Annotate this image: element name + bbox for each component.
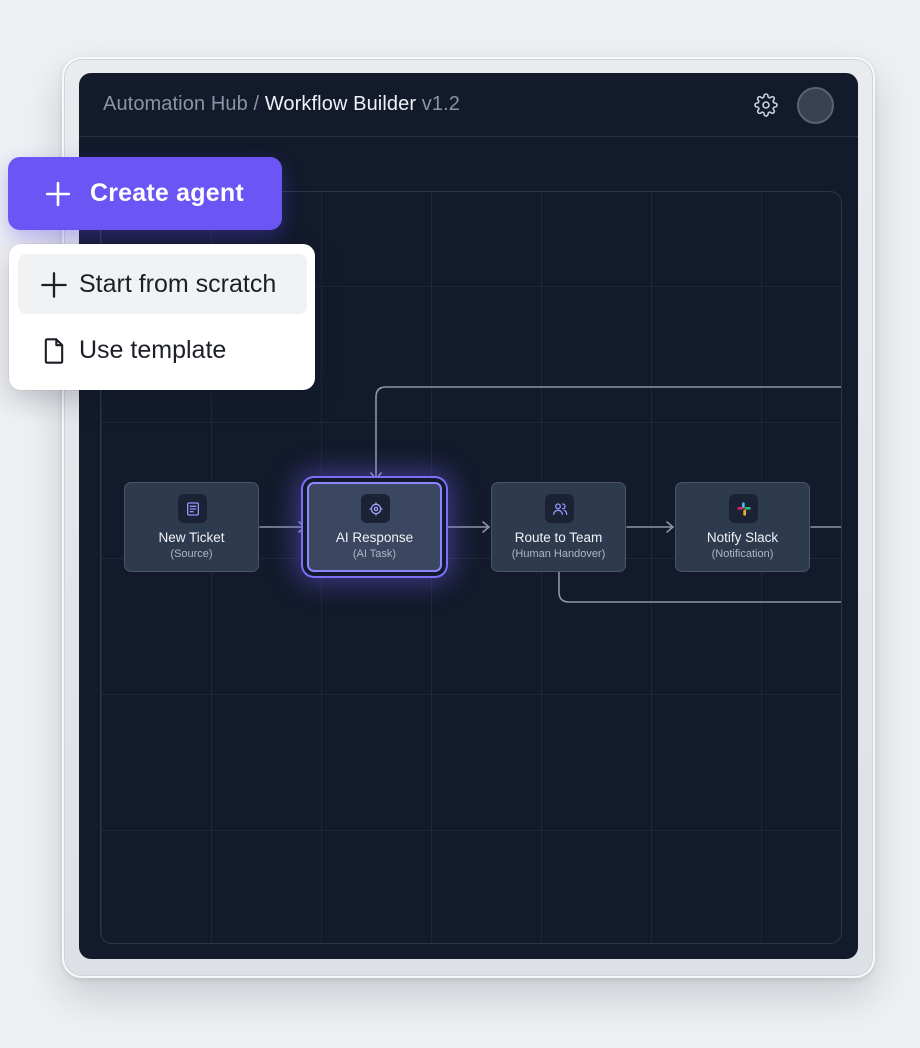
menu-item-use-template[interactable]: Use template — [18, 320, 307, 380]
menu-item-start-from-scratch[interactable]: Start from scratch — [18, 254, 307, 314]
node-subtitle: (Notification) — [711, 548, 774, 560]
top-bar: Automation Hub / Workflow Builder v1.2 — [79, 73, 858, 137]
node-title: AI Response — [335, 530, 414, 545]
menu-item-label: Use template — [79, 336, 227, 364]
document-icon — [44, 338, 64, 364]
workflow-node[interactable]: New Ticket (Source) — [124, 482, 259, 572]
workflow-node[interactable]: Notify Slack (Notification) — [675, 482, 810, 572]
create-agent-button[interactable]: Create agent — [8, 157, 282, 230]
slack-icon — [729, 494, 758, 523]
ai-brain-icon — [361, 494, 390, 523]
node-title: Notify Slack — [706, 530, 779, 545]
menu-item-label: Start from scratch — [79, 270, 277, 298]
plus-icon — [45, 181, 71, 207]
node-subtitle: (AI Task) — [352, 548, 397, 560]
create-agent-menu: Start from scratch Use template — [9, 244, 315, 390]
breadcrumb-separator: / — [247, 93, 265, 115]
breadcrumb-current: Workflow Builder — [264, 93, 417, 115]
node-subtitle: (Source) — [170, 548, 213, 560]
version-label: v1.2 — [421, 93, 460, 115]
node-subtitle: (Human Handover) — [511, 548, 606, 560]
users-icon — [545, 494, 574, 523]
avatar[interactable] — [797, 87, 834, 124]
workflow-node[interactable]: Route to Team (Human Handover) — [491, 482, 626, 572]
workflow-node-selected[interactable]: AI Response (AI Task) — [307, 482, 442, 572]
gear-icon[interactable] — [754, 93, 778, 117]
form-icon — [178, 494, 207, 523]
node-title: New Ticket — [158, 530, 225, 545]
plus-icon — [41, 272, 67, 298]
create-agent-label: Create agent — [90, 179, 244, 207]
breadcrumb-parent[interactable]: Automation Hub — [103, 93, 248, 115]
breadcrumb: Automation Hub / Workflow Builder v1.2 — [103, 93, 460, 116]
node-title: Route to Team — [514, 530, 603, 545]
